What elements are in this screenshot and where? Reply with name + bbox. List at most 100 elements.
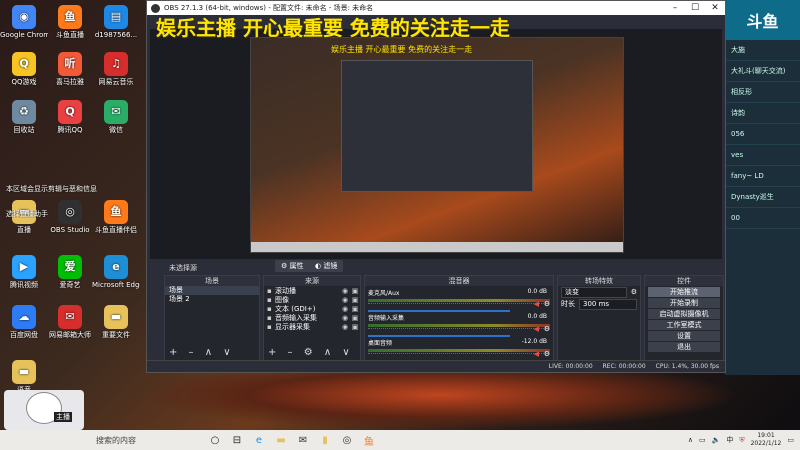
desktop-icon[interactable]: Q 腾讯QQ xyxy=(46,100,94,134)
file-explorer-icon[interactable]: ▬ xyxy=(272,431,290,449)
obs-preview[interactable]: 娱乐主播 开心最重要 免费的关注走一走 xyxy=(150,29,722,259)
control-button[interactable]: 开始录制 xyxy=(648,298,720,308)
close-icon[interactable]: ✕ xyxy=(705,3,725,13)
source-name: 显示器采集 xyxy=(275,322,310,331)
visibility-eye-icon[interactable]: ◉ xyxy=(340,323,350,331)
gear-icon[interactable]: ⚙ xyxy=(544,300,550,308)
list-item[interactable]: Dynasty巡生 xyxy=(725,187,800,208)
desktop-icon[interactable]: 爱爱奇艺 xyxy=(46,255,94,289)
qq-game-icon: Q xyxy=(12,52,36,76)
meter-scale xyxy=(368,328,550,333)
desktop-icon[interactable]: ♫ 网易云音乐 xyxy=(92,52,140,86)
mail-icon[interactable]: ✉ xyxy=(294,431,312,449)
obs-window[interactable]: OBS 27.1.3 (64-bit, windows) - 配置文件: 未命名… xyxy=(146,0,726,373)
lock-icon[interactable]: ▣ xyxy=(350,305,360,313)
security-icon[interactable]: ⛨ xyxy=(739,436,744,445)
desktop-icon-label: 重要文件 xyxy=(102,331,130,339)
maximize-icon[interactable]: ☐ xyxy=(685,3,705,13)
source-controls[interactable]: + – ⚙ ∧ ∨ xyxy=(268,347,354,358)
desktop-icon[interactable]: 听喜马拉雅 xyxy=(46,52,94,86)
window-capture-icon: ▪ xyxy=(267,286,272,295)
volume-icon[interactable]: 🔈 xyxy=(712,436,721,444)
gear-icon[interactable]: ⚙ xyxy=(544,350,550,358)
desktop-icon[interactable]: ▶ 腾讯视频 xyxy=(0,255,48,289)
ime-indicator[interactable]: 中 xyxy=(726,435,733,445)
folder-icon: ▬ xyxy=(12,360,36,384)
desktop-icon[interactable]: 鱼斗鱼直播 xyxy=(46,5,94,39)
scene-controls[interactable]: + – ∧ ∨ xyxy=(169,347,235,358)
douyu-side-app[interactable]: 斗鱼 大施 大礼斗(聊天交流) 相反形 诗韵 056 ves fany~ LD Dynasty… xyxy=(725,0,800,375)
control-button[interactable]: 设置 xyxy=(648,331,720,341)
list-item[interactable]: 大施 xyxy=(725,40,800,61)
douyu-taskbar-icon[interactable]: 鱼 xyxy=(360,431,378,449)
list-item[interactable]: 056 xyxy=(725,124,800,145)
edge-taskbar-icon[interactable]: e xyxy=(250,431,268,449)
control-button[interactable]: 启动虚拟摄像机 xyxy=(648,309,720,319)
speaker-icon[interactable]: ◀ xyxy=(534,325,539,333)
transition-settings-icon[interactable]: ⚙ xyxy=(631,288,637,296)
multitask-icon[interactable]: ⊟ xyxy=(228,431,246,449)
desktop-icon[interactable]: ◉ Google Chrome xyxy=(0,5,48,39)
transitions-dock: 转场特效 淡变 ⚙ 时长 300 ms xyxy=(557,275,641,361)
no-source-label: 未选择源 xyxy=(169,264,197,272)
lock-icon[interactable]: ▣ xyxy=(350,296,360,304)
desktop-icon[interactable]: 鱼斗鱼直播伴侣 xyxy=(92,200,140,234)
desktop-icon[interactable]: ✉ 微信 xyxy=(92,100,140,134)
transition-type-row[interactable]: 淡变 ⚙ xyxy=(558,286,640,298)
network-icon[interactable]: ▭ xyxy=(699,436,706,444)
sources-title: 来源 xyxy=(264,276,360,286)
list-item[interactable]: ves xyxy=(725,145,800,166)
desktop-icon[interactable]: ▬ 重要文件 xyxy=(92,305,140,339)
speaker-icon[interactable]: ◀ xyxy=(534,300,539,308)
scene-item[interactable]: 场景 xyxy=(165,286,259,295)
desktop-icon-label: 斗鱼直播 xyxy=(56,31,84,39)
desktop-hint-text-2: 选择直播助手 xyxy=(6,210,48,218)
wechat-icon: ✉ xyxy=(104,100,128,124)
clock[interactable]: 19:01 2022/1/12 xyxy=(751,432,782,448)
transition-select[interactable]: 淡变 xyxy=(561,286,627,298)
speaker-icon[interactable]: ◀ xyxy=(534,350,539,358)
tray-chevron-icon[interactable]: ∧ xyxy=(688,436,693,444)
desktop-icon-label: 腾讯QQ xyxy=(57,126,83,134)
volume-meter xyxy=(368,324,550,327)
channel-db: -12.0 dB xyxy=(521,338,547,345)
taskbar-search-input[interactable]: 搜索的内容 xyxy=(96,433,202,447)
visibility-eye-icon[interactable]: ◉ xyxy=(340,305,350,313)
clock-time: 19:01 xyxy=(757,432,775,439)
obs-taskbar-icon[interactable]: ◎ xyxy=(338,431,356,449)
minimize-icon[interactable]: – xyxy=(665,3,685,13)
lock-icon[interactable]: ▣ xyxy=(350,314,360,322)
visibility-eye-icon[interactable]: ◉ xyxy=(340,287,350,295)
visibility-eye-icon[interactable]: ◉ xyxy=(340,314,350,322)
desktop-icon[interactable]: Q QQ游戏 xyxy=(0,52,48,86)
desktop-icon[interactable]: ✉ 网易邮箱大师 xyxy=(46,305,94,339)
source-item[interactable]: ▪ 显示器采集 ◉ ▣ xyxy=(264,322,360,331)
scene-item[interactable]: 场景 2 xyxy=(165,295,259,304)
control-button[interactable]: 工作室模式 xyxy=(648,320,720,330)
desktop-icon[interactable]: ▬语音 xyxy=(0,360,48,394)
controls-title: 控件 xyxy=(645,276,723,286)
list-item[interactable]: 00 xyxy=(725,208,800,229)
desktop-icon[interactable]: e Microsoft Edge xyxy=(92,255,140,289)
list-item[interactable]: 大礼斗(聊天交流) xyxy=(725,61,800,82)
desktop-icon[interactable]: ♻ 回收站 xyxy=(0,100,48,134)
lock-icon[interactable]: ▣ xyxy=(350,323,360,331)
document-icon: ▤ xyxy=(104,5,128,29)
duration-input[interactable]: 300 ms xyxy=(579,298,637,310)
desktop-icon[interactable]: ☁ 百度网盘 xyxy=(0,305,48,339)
folder-taskbar-icon[interactable]: ▮ xyxy=(316,431,334,449)
gear-icon[interactable]: ⚙ xyxy=(544,325,550,333)
task-view-icon[interactable]: ○ xyxy=(206,431,224,449)
control-button[interactable]: 退出 xyxy=(648,342,720,352)
visibility-eye-icon[interactable]: ◉ xyxy=(340,296,350,304)
mixer-title: 混音器 xyxy=(365,276,553,286)
filters-button[interactable]: ◐ 滤镜 xyxy=(309,260,344,272)
properties-button[interactable]: ⚙ 属性 xyxy=(275,260,310,272)
list-item[interactable]: 相反形 xyxy=(725,82,800,103)
list-item[interactable]: fany~ LD xyxy=(725,166,800,187)
notification-icon[interactable]: ▭ xyxy=(787,436,794,444)
lock-icon[interactable]: ▣ xyxy=(350,287,360,295)
list-item[interactable]: 诗韵 xyxy=(725,103,800,124)
control-button[interactable]: 开始推流 xyxy=(648,287,720,297)
desktop-icon[interactable]: ▤ d1987566... xyxy=(92,5,140,39)
